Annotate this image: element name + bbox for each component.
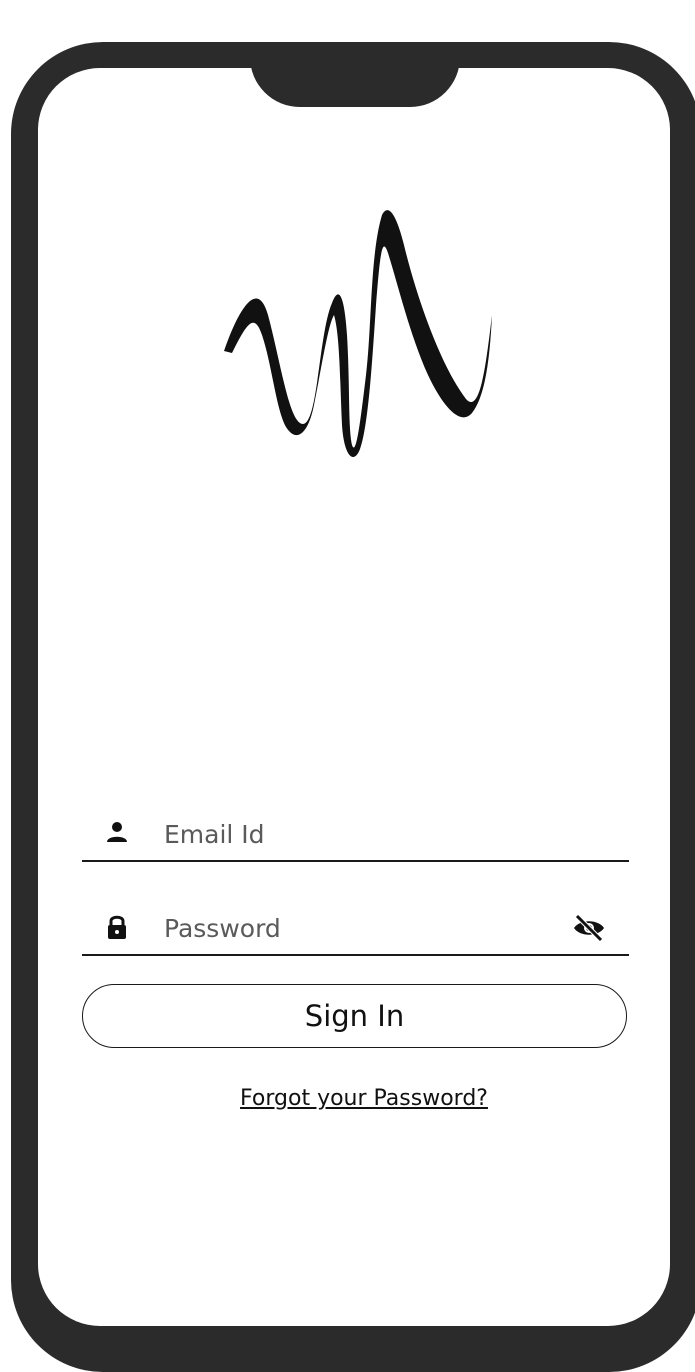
person-icon bbox=[107, 822, 127, 842]
lock-icon bbox=[108, 915, 126, 939]
sign-in-button[interactable]: Sign In bbox=[82, 984, 627, 1048]
eye-slash-icon[interactable] bbox=[571, 910, 607, 946]
password-input[interactable] bbox=[164, 908, 544, 948]
forgot-password-link[interactable]: Forgot your Password? bbox=[0, 1086, 695, 1111]
email-input[interactable] bbox=[164, 814, 544, 854]
notch bbox=[250, 50, 460, 107]
password-field bbox=[82, 904, 629, 956]
email-field bbox=[82, 810, 629, 862]
wave-logo-icon bbox=[224, 210, 492, 457]
